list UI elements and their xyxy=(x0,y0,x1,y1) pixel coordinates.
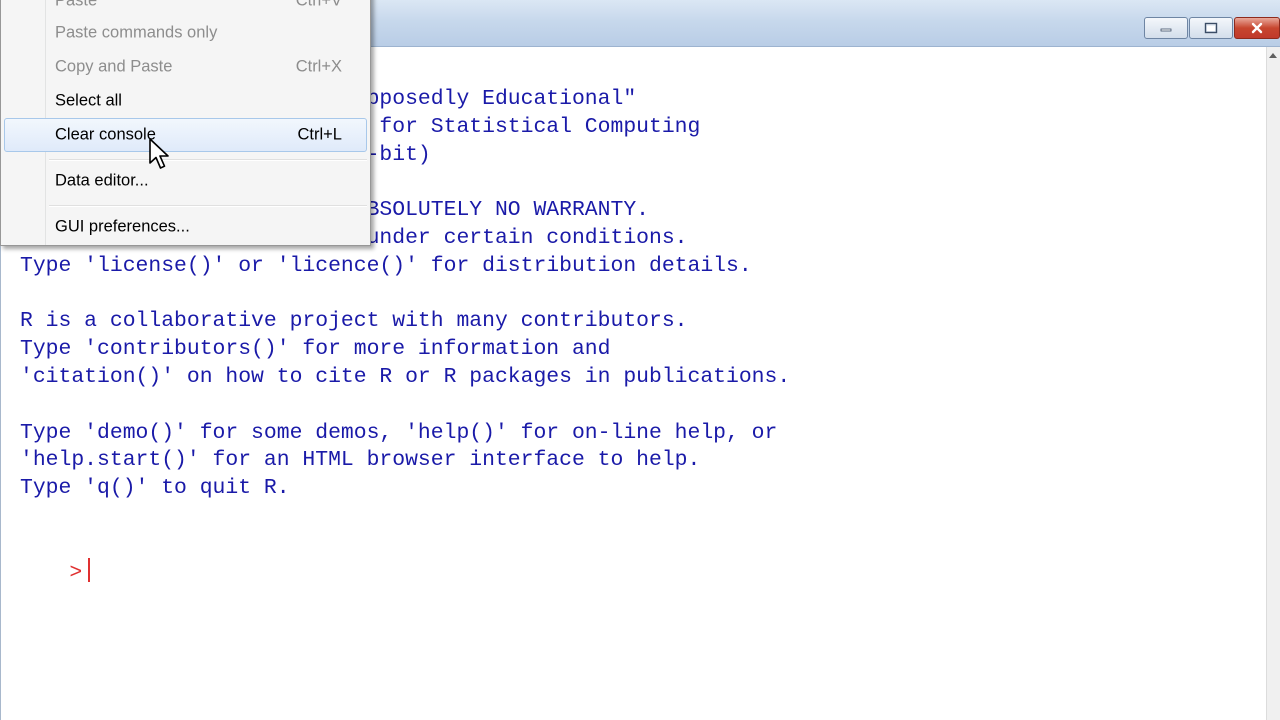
minimize-icon xyxy=(1160,28,1172,32)
r-gui-screen: 5-03) -- "Supposedly Educational" R Foun… xyxy=(0,0,1280,720)
console-line: Type 'license()' or 'licence()' for dist… xyxy=(20,253,752,278)
console-line: Type 'demo()' for some demos, 'help()' f… xyxy=(20,420,778,445)
console-line: Type 'q()' to quit R. xyxy=(20,476,290,501)
scroll-up-arrow-icon[interactable] xyxy=(1269,53,1277,58)
console-line: 'help.start()' for an HTML browser inter… xyxy=(20,448,701,473)
menu-item-paste[interactable]: Paste Ctrl+V xyxy=(4,0,367,17)
menu-item-label: Copy and Paste xyxy=(55,57,173,76)
menu-item-label: Paste xyxy=(55,0,98,10)
menu-separator xyxy=(49,159,367,161)
maximize-icon xyxy=(1204,22,1218,34)
minimize-button[interactable] xyxy=(1144,17,1188,39)
console-prompt-line[interactable]: > xyxy=(18,530,91,615)
menu-item-gui-preferences[interactable]: GUI preferences... xyxy=(4,211,367,243)
menu-item-shortcut: Ctrl+X xyxy=(295,57,342,76)
menu-item-copy-and-paste[interactable]: Copy and Paste Ctrl+X xyxy=(4,51,367,83)
menu-item-label: Select all xyxy=(55,91,122,110)
menu-item-label: Paste commands only xyxy=(55,23,218,42)
close-icon xyxy=(1251,22,1263,34)
menu-item-label: Clear console xyxy=(55,125,156,144)
maximize-button[interactable] xyxy=(1189,17,1233,39)
menu-item-paste-commands-only[interactable]: Paste commands only xyxy=(4,17,367,49)
mouse-pointer-icon xyxy=(149,138,169,169)
text-caret xyxy=(88,557,91,582)
menu-item-clear-console[interactable]: Clear console Ctrl+L xyxy=(4,118,367,152)
menu-item-select-all[interactable]: Select all xyxy=(4,85,367,117)
menu-item-label: GUI preferences... xyxy=(55,217,190,236)
console-line: 'citation()' on how to cite R or R packa… xyxy=(20,364,791,389)
context-menu: Paste Ctrl+V Paste commands only Copy an… xyxy=(0,0,371,246)
console-line: Type 'contributors()' for more informati… xyxy=(20,337,611,362)
menu-item-shortcut: Ctrl+L xyxy=(297,125,342,144)
close-button[interactable] xyxy=(1234,17,1280,39)
prompt-symbol: > xyxy=(69,560,83,585)
console-line: R is a collaborative project with many c… xyxy=(20,309,688,334)
vertical-scrollbar[interactable] xyxy=(1266,47,1280,720)
menu-item-shortcut: Ctrl+V xyxy=(295,0,342,10)
menu-item-data-editor[interactable]: Data editor... xyxy=(4,165,367,197)
menu-separator xyxy=(49,205,367,207)
window-controls xyxy=(1143,17,1280,39)
menu-item-label: Data editor... xyxy=(55,171,149,190)
